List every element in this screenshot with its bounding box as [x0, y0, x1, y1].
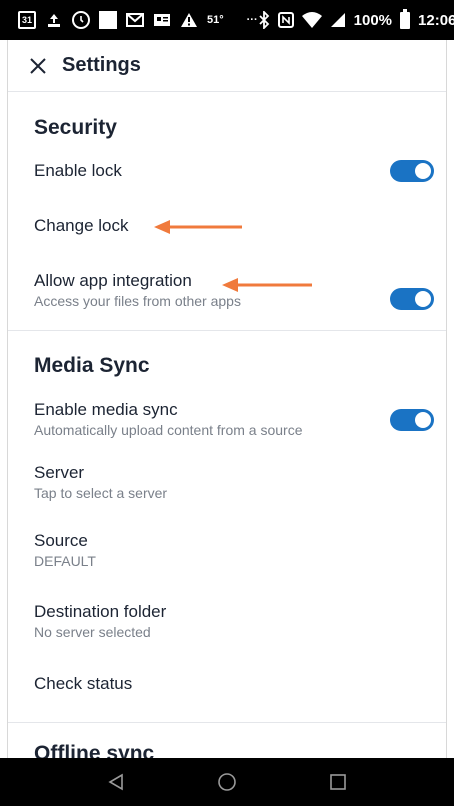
battery-percent: 100% [353, 11, 393, 29]
close-icon [30, 57, 46, 74]
section-divider [8, 330, 446, 331]
system-nav-bar [0, 758, 454, 806]
offline-sync-heading: Offline sync [34, 742, 155, 758]
app-integration-row[interactable]: Allow app integration Access your files … [8, 270, 446, 316]
battery-icon [400, 8, 411, 29]
server-subtitle: Tap to select a server [34, 485, 168, 501]
more-notifications-icon: ··· [246, 14, 258, 26]
cloud-upload-icon [45, 11, 63, 29]
recents-square-icon [330, 774, 347, 790]
signal-icon [330, 11, 346, 29]
media-sync-heading: Media Sync [34, 354, 150, 377]
destination-folder-label: Destination folder [34, 602, 167, 621]
calendar-icon: 31 [18, 11, 36, 29]
app-notification-icon [99, 11, 117, 29]
enable-media-sync-subtitle: Automatically upload content from a sour… [34, 422, 303, 438]
page-title: Settings [62, 54, 141, 76]
app-integration-subtitle: Access your files from other apps [34, 293, 241, 309]
check-status-label: Check status [34, 674, 133, 693]
home-button[interactable] [207, 762, 247, 802]
home-circle-icon [218, 773, 236, 791]
back-triangle-icon [108, 773, 123, 791]
server-label: Server [34, 463, 85, 482]
enable-media-sync-toggle[interactable] [390, 409, 434, 431]
app-integration-toggle[interactable] [390, 288, 434, 310]
warning-icon [180, 11, 198, 29]
annotation-arrow-icon [154, 220, 242, 234]
server-row[interactable]: Server Tap to select a server [8, 462, 446, 508]
source-label: Source [34, 531, 88, 550]
security-heading: Security [34, 116, 117, 139]
enable-media-sync-row[interactable]: Enable media sync Automatically upload c… [8, 399, 446, 445]
source-row[interactable]: Source DEFAULT [8, 530, 446, 576]
status-bar: 31 51° ··· 100% 12:06 [0, 0, 454, 40]
wifi-icon [301, 11, 322, 29]
alarm-icon [72, 11, 90, 29]
nfc-icon [277, 11, 294, 29]
settings-screen: Settings Security Enable lock Change loc… [7, 40, 447, 758]
enable-lock-row[interactable]: Enable lock [8, 160, 446, 200]
annotation-arrow-icon [222, 278, 312, 292]
enable-lock-label: Enable lock [34, 161, 122, 180]
check-status-row[interactable]: Check status [8, 673, 446, 703]
recents-button[interactable] [318, 762, 358, 802]
source-subtitle: DEFAULT [34, 553, 96, 569]
temperature-text: 51° [207, 14, 224, 26]
section-divider [8, 722, 446, 723]
gmail-icon [126, 11, 144, 29]
app-bar: Settings [8, 40, 446, 92]
destination-folder-row[interactable]: Destination folder No server selected [8, 601, 446, 647]
back-button[interactable] [96, 762, 136, 802]
bluetooth-icon [258, 11, 270, 29]
enable-media-sync-label: Enable media sync [34, 400, 178, 419]
clock: 12:06 [418, 11, 454, 29]
news-icon [153, 11, 171, 29]
close-button[interactable] [8, 40, 68, 92]
enable-lock-toggle[interactable] [390, 160, 434, 182]
destination-folder-subtitle: No server selected [34, 624, 151, 640]
